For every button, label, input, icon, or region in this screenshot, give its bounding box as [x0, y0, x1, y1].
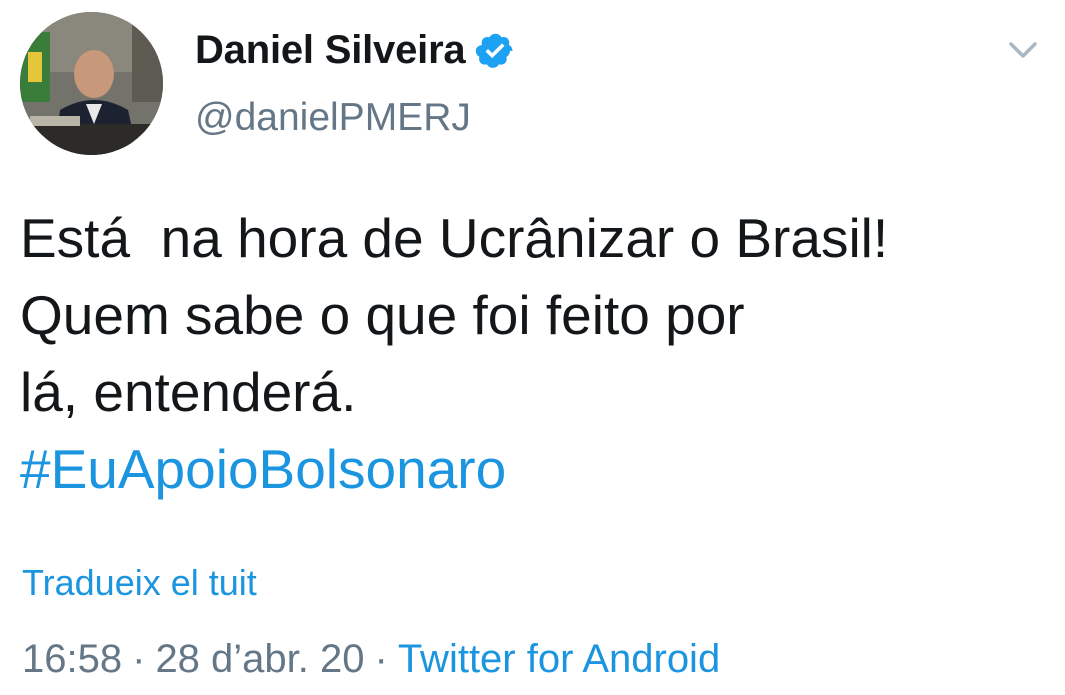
tweet-text: Está na hora de Ucrânizar o Brasil! Quem…: [20, 207, 889, 423]
hashtag-link[interactable]: #EuApoioBolsonaro: [20, 431, 1050, 508]
tweet-source-link[interactable]: Twitter for Android: [398, 637, 720, 681]
chevron-down-icon[interactable]: [1006, 36, 1040, 64]
translate-tweet-link[interactable]: Tradueix el tuit: [22, 562, 257, 604]
author-handle[interactable]: @danielPMERJ: [195, 96, 515, 140]
avatar[interactable]: [20, 12, 163, 155]
author-display-name[interactable]: Daniel Silveira: [195, 28, 466, 73]
meta-separator: ·: [132, 637, 146, 681]
author-block: Daniel Silveira @danielPMERJ: [195, 22, 515, 140]
author-name-row: Daniel Silveira: [195, 22, 515, 78]
meta-separator: ·: [374, 637, 388, 681]
tweet-card: Daniel Silveira @danielPMERJ Está na hor…: [0, 0, 1065, 695]
tweet-time[interactable]: 16:58: [22, 637, 122, 681]
avatar-image: [20, 12, 163, 155]
verified-badge-icon: [475, 30, 515, 70]
tweet-text-block: Está na hora de Ucrânizar o Brasil! Quem…: [20, 200, 1050, 508]
tweet-date[interactable]: 28 d’abr. 20: [155, 637, 364, 681]
tweet-metadata: 16:58 · 28 d’abr. 20 · Twitter for Android: [22, 637, 720, 682]
